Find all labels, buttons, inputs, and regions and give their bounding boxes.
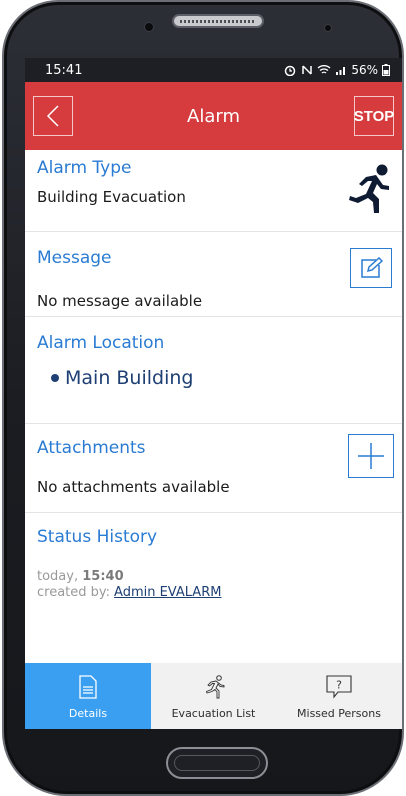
earpiece-speaker [172,14,264,28]
edit-icon [361,257,383,278]
page-title: Alarm [187,105,240,127]
history-timestamp: today, 15:40 [37,569,390,584]
history-created-by: created by: Admin EVALARM [37,585,390,600]
tab-evacuation-list[interactable]: Evacuation List [151,663,276,729]
edit-message-button[interactable] [350,248,392,288]
status-history-section: Status History today, 15:40 created by: A… [25,513,402,653]
add-attachment-button[interactable] [348,434,394,478]
running-person-outline-icon [205,674,224,698]
tab-details[interactable]: Details [25,663,151,729]
message-section: Message No message available [25,232,402,317]
location-name: Main Building [65,367,194,389]
history-time: 15:40 [82,569,124,584]
svg-text:?: ? [336,678,342,691]
status-history-title: Status History [37,527,158,547]
sensor-icon [144,22,154,32]
status-time: 15:41 [45,62,83,78]
attachments-section: Attachments No attachments available [25,424,402,513]
stop-button[interactable]: STOP [354,96,394,136]
chevron-left-icon [46,105,59,127]
back-button[interactable] [33,96,73,136]
tab-details-label: Details [68,706,108,720]
alarm-clock-icon [285,65,296,76]
status-bar: 15:41 56% [25,58,402,82]
created-by-label: created by: [37,585,111,600]
status-icons: 56% [283,63,390,77]
front-camera-icon [324,24,332,32]
alarm-location-title: Alarm Location [37,333,165,353]
tab-missed-persons-label: Missed Persons [297,706,381,720]
question-bubble-icon: ? [326,674,352,699]
running-person-icon [349,164,389,213]
home-button[interactable] [166,747,268,779]
bottom-nav: Details Evacuation List ? Missed Persons [25,663,402,729]
app-header: Alarm STOP [25,82,402,150]
alarm-type-title: Alarm Type [37,158,132,178]
tab-missed-persons[interactable]: ? Missed Persons [276,663,402,729]
app-screen: 15:41 56% Alarm STOP Alarm Type Building… [25,58,402,729]
attachments-title: Attachments [37,438,146,458]
alarm-location-section: Alarm Location Main Building [25,317,402,424]
tab-evacuation-list-label: Evacuation List [171,706,256,720]
alarm-type-value: Building Evacuation [37,188,186,206]
location-item: Main Building [51,367,390,389]
message-title: Message [37,248,112,268]
created-by-user-link[interactable]: Admin EVALARM [114,585,221,600]
bullet-icon [51,374,59,382]
battery-percent: 56% [351,63,378,77]
signal-icon [336,67,346,75]
nfc-icon [302,65,313,75]
message-value: No message available [37,292,203,310]
wifi-icon [317,65,331,74]
document-icon [79,674,97,699]
history-day: today, [37,569,79,584]
attachments-value: No attachments available [37,478,230,496]
battery-icon [382,64,390,76]
alarm-type-section: Alarm Type Building Evacuation [25,150,402,232]
plus-icon [358,443,384,469]
